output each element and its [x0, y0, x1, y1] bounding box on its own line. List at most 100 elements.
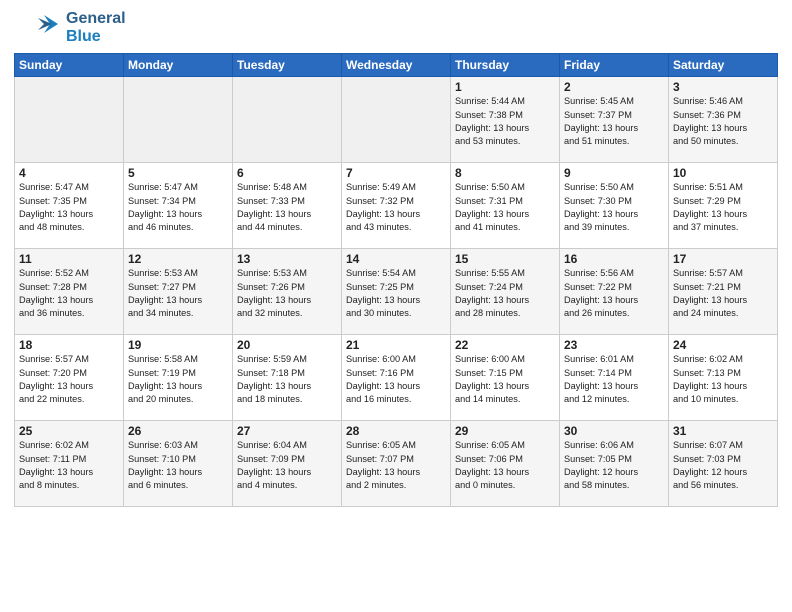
cell-info: Sunrise: 5:46 AM Sunset: 7:36 PM Dayligh… — [673, 95, 773, 148]
cell-info: Sunrise: 5:58 AM Sunset: 7:19 PM Dayligh… — [128, 353, 228, 406]
cell-day-number: 4 — [19, 166, 119, 180]
cell-day-number: 30 — [564, 424, 664, 438]
cell-day-number: 24 — [673, 338, 773, 352]
weekday-sunday: Sunday — [15, 54, 124, 77]
cell-info: Sunrise: 5:44 AM Sunset: 7:38 PM Dayligh… — [455, 95, 555, 148]
cell-info: Sunrise: 5:50 AM Sunset: 7:31 PM Dayligh… — [455, 181, 555, 234]
calendar-cell: 25Sunrise: 6:02 AM Sunset: 7:11 PM Dayli… — [15, 421, 124, 507]
calendar-cell: 8Sunrise: 5:50 AM Sunset: 7:31 PM Daylig… — [451, 163, 560, 249]
calendar-cell: 17Sunrise: 5:57 AM Sunset: 7:21 PM Dayli… — [669, 249, 778, 335]
cell-info: Sunrise: 6:04 AM Sunset: 7:09 PM Dayligh… — [237, 439, 337, 492]
cell-day-number: 31 — [673, 424, 773, 438]
cell-day-number: 18 — [19, 338, 119, 352]
calendar-cell: 12Sunrise: 5:53 AM Sunset: 7:27 PM Dayli… — [124, 249, 233, 335]
calendar-cell: 22Sunrise: 6:00 AM Sunset: 7:15 PM Dayli… — [451, 335, 560, 421]
logo-line1: General — [66, 10, 126, 28]
cell-day-number: 29 — [455, 424, 555, 438]
calendar-cell — [124, 77, 233, 163]
cell-day-number: 26 — [128, 424, 228, 438]
calendar-cell: 7Sunrise: 5:49 AM Sunset: 7:32 PM Daylig… — [342, 163, 451, 249]
calendar-cell: 23Sunrise: 6:01 AM Sunset: 7:14 PM Dayli… — [560, 335, 669, 421]
calendar-week-row: 4Sunrise: 5:47 AM Sunset: 7:35 PM Daylig… — [15, 163, 778, 249]
cell-info: Sunrise: 5:53 AM Sunset: 7:26 PM Dayligh… — [237, 267, 337, 320]
calendar-cell: 10Sunrise: 5:51 AM Sunset: 7:29 PM Dayli… — [669, 163, 778, 249]
cell-info: Sunrise: 5:50 AM Sunset: 7:30 PM Dayligh… — [564, 181, 664, 234]
cell-day-number: 7 — [346, 166, 446, 180]
cell-day-number: 10 — [673, 166, 773, 180]
calendar-table: SundayMondayTuesdayWednesdayThursdayFrid… — [14, 53, 778, 507]
cell-info: Sunrise: 5:57 AM Sunset: 7:20 PM Dayligh… — [19, 353, 119, 406]
weekday-friday: Friday — [560, 54, 669, 77]
calendar-cell: 6Sunrise: 5:48 AM Sunset: 7:33 PM Daylig… — [233, 163, 342, 249]
cell-info: Sunrise: 6:02 AM Sunset: 7:11 PM Dayligh… — [19, 439, 119, 492]
weekday-monday: Monday — [124, 54, 233, 77]
cell-day-number: 28 — [346, 424, 446, 438]
logo-line2: Blue — [66, 28, 126, 46]
cell-day-number: 12 — [128, 252, 228, 266]
calendar-week-row: 1Sunrise: 5:44 AM Sunset: 7:38 PM Daylig… — [15, 77, 778, 163]
calendar-cell: 26Sunrise: 6:03 AM Sunset: 7:10 PM Dayli… — [124, 421, 233, 507]
cell-info: Sunrise: 6:00 AM Sunset: 7:15 PM Dayligh… — [455, 353, 555, 406]
cell-day-number: 8 — [455, 166, 555, 180]
cell-info: Sunrise: 5:59 AM Sunset: 7:18 PM Dayligh… — [237, 353, 337, 406]
calendar-week-row: 25Sunrise: 6:02 AM Sunset: 7:11 PM Dayli… — [15, 421, 778, 507]
weekday-row: SundayMondayTuesdayWednesdayThursdayFrid… — [15, 54, 778, 77]
cell-day-number: 20 — [237, 338, 337, 352]
cell-info: Sunrise: 5:57 AM Sunset: 7:21 PM Dayligh… — [673, 267, 773, 320]
cell-info: Sunrise: 5:52 AM Sunset: 7:28 PM Dayligh… — [19, 267, 119, 320]
cell-info: Sunrise: 6:02 AM Sunset: 7:13 PM Dayligh… — [673, 353, 773, 406]
calendar-cell: 19Sunrise: 5:58 AM Sunset: 7:19 PM Dayli… — [124, 335, 233, 421]
cell-info: Sunrise: 5:47 AM Sunset: 7:35 PM Dayligh… — [19, 181, 119, 234]
cell-day-number: 16 — [564, 252, 664, 266]
cell-day-number: 3 — [673, 80, 773, 94]
cell-day-number: 13 — [237, 252, 337, 266]
cell-info: Sunrise: 5:47 AM Sunset: 7:34 PM Dayligh… — [128, 181, 228, 234]
cell-info: Sunrise: 6:00 AM Sunset: 7:16 PM Dayligh… — [346, 353, 446, 406]
calendar-cell: 2Sunrise: 5:45 AM Sunset: 7:37 PM Daylig… — [560, 77, 669, 163]
calendar-cell: 16Sunrise: 5:56 AM Sunset: 7:22 PM Dayli… — [560, 249, 669, 335]
calendar-cell: 28Sunrise: 6:05 AM Sunset: 7:07 PM Dayli… — [342, 421, 451, 507]
page: GeneralBlue SundayMondayTuesdayWednesday… — [0, 0, 792, 515]
cell-info: Sunrise: 5:49 AM Sunset: 7:32 PM Dayligh… — [346, 181, 446, 234]
cell-info: Sunrise: 6:07 AM Sunset: 7:03 PM Dayligh… — [673, 439, 773, 492]
cell-day-number: 21 — [346, 338, 446, 352]
calendar-cell: 11Sunrise: 5:52 AM Sunset: 7:28 PM Dayli… — [15, 249, 124, 335]
cell-day-number: 5 — [128, 166, 228, 180]
calendar-cell: 18Sunrise: 5:57 AM Sunset: 7:20 PM Dayli… — [15, 335, 124, 421]
calendar-cell: 31Sunrise: 6:07 AM Sunset: 7:03 PM Dayli… — [669, 421, 778, 507]
cell-info: Sunrise: 5:51 AM Sunset: 7:29 PM Dayligh… — [673, 181, 773, 234]
weekday-wednesday: Wednesday — [342, 54, 451, 77]
calendar-cell: 24Sunrise: 6:02 AM Sunset: 7:13 PM Dayli… — [669, 335, 778, 421]
cell-day-number: 19 — [128, 338, 228, 352]
calendar-cell: 1Sunrise: 5:44 AM Sunset: 7:38 PM Daylig… — [451, 77, 560, 163]
cell-info: Sunrise: 6:05 AM Sunset: 7:06 PM Dayligh… — [455, 439, 555, 492]
weekday-thursday: Thursday — [451, 54, 560, 77]
cell-day-number: 1 — [455, 80, 555, 94]
cell-info: Sunrise: 6:06 AM Sunset: 7:05 PM Dayligh… — [564, 439, 664, 492]
cell-info: Sunrise: 5:48 AM Sunset: 7:33 PM Dayligh… — [237, 181, 337, 234]
cell-day-number: 23 — [564, 338, 664, 352]
cell-day-number: 25 — [19, 424, 119, 438]
weekday-tuesday: Tuesday — [233, 54, 342, 77]
cell-info: Sunrise: 5:56 AM Sunset: 7:22 PM Dayligh… — [564, 267, 664, 320]
cell-info: Sunrise: 6:03 AM Sunset: 7:10 PM Dayligh… — [128, 439, 228, 492]
calendar-cell: 5Sunrise: 5:47 AM Sunset: 7:34 PM Daylig… — [124, 163, 233, 249]
cell-day-number: 2 — [564, 80, 664, 94]
cell-info: Sunrise: 5:45 AM Sunset: 7:37 PM Dayligh… — [564, 95, 664, 148]
cell-day-number: 27 — [237, 424, 337, 438]
cell-day-number: 15 — [455, 252, 555, 266]
calendar-cell: 9Sunrise: 5:50 AM Sunset: 7:30 PM Daylig… — [560, 163, 669, 249]
calendar-cell: 27Sunrise: 6:04 AM Sunset: 7:09 PM Dayli… — [233, 421, 342, 507]
cell-info: Sunrise: 6:05 AM Sunset: 7:07 PM Dayligh… — [346, 439, 446, 492]
cell-day-number: 14 — [346, 252, 446, 266]
calendar-cell: 29Sunrise: 6:05 AM Sunset: 7:06 PM Dayli… — [451, 421, 560, 507]
cell-day-number: 17 — [673, 252, 773, 266]
calendar-cell: 4Sunrise: 5:47 AM Sunset: 7:35 PM Daylig… — [15, 163, 124, 249]
cell-info: Sunrise: 5:53 AM Sunset: 7:27 PM Dayligh… — [128, 267, 228, 320]
cell-day-number: 22 — [455, 338, 555, 352]
calendar-cell: 14Sunrise: 5:54 AM Sunset: 7:25 PM Dayli… — [342, 249, 451, 335]
calendar-cell: 3Sunrise: 5:46 AM Sunset: 7:36 PM Daylig… — [669, 77, 778, 163]
logo: GeneralBlue — [14, 10, 126, 45]
calendar-cell: 30Sunrise: 6:06 AM Sunset: 7:05 PM Dayli… — [560, 421, 669, 507]
logo-svg — [14, 13, 58, 43]
